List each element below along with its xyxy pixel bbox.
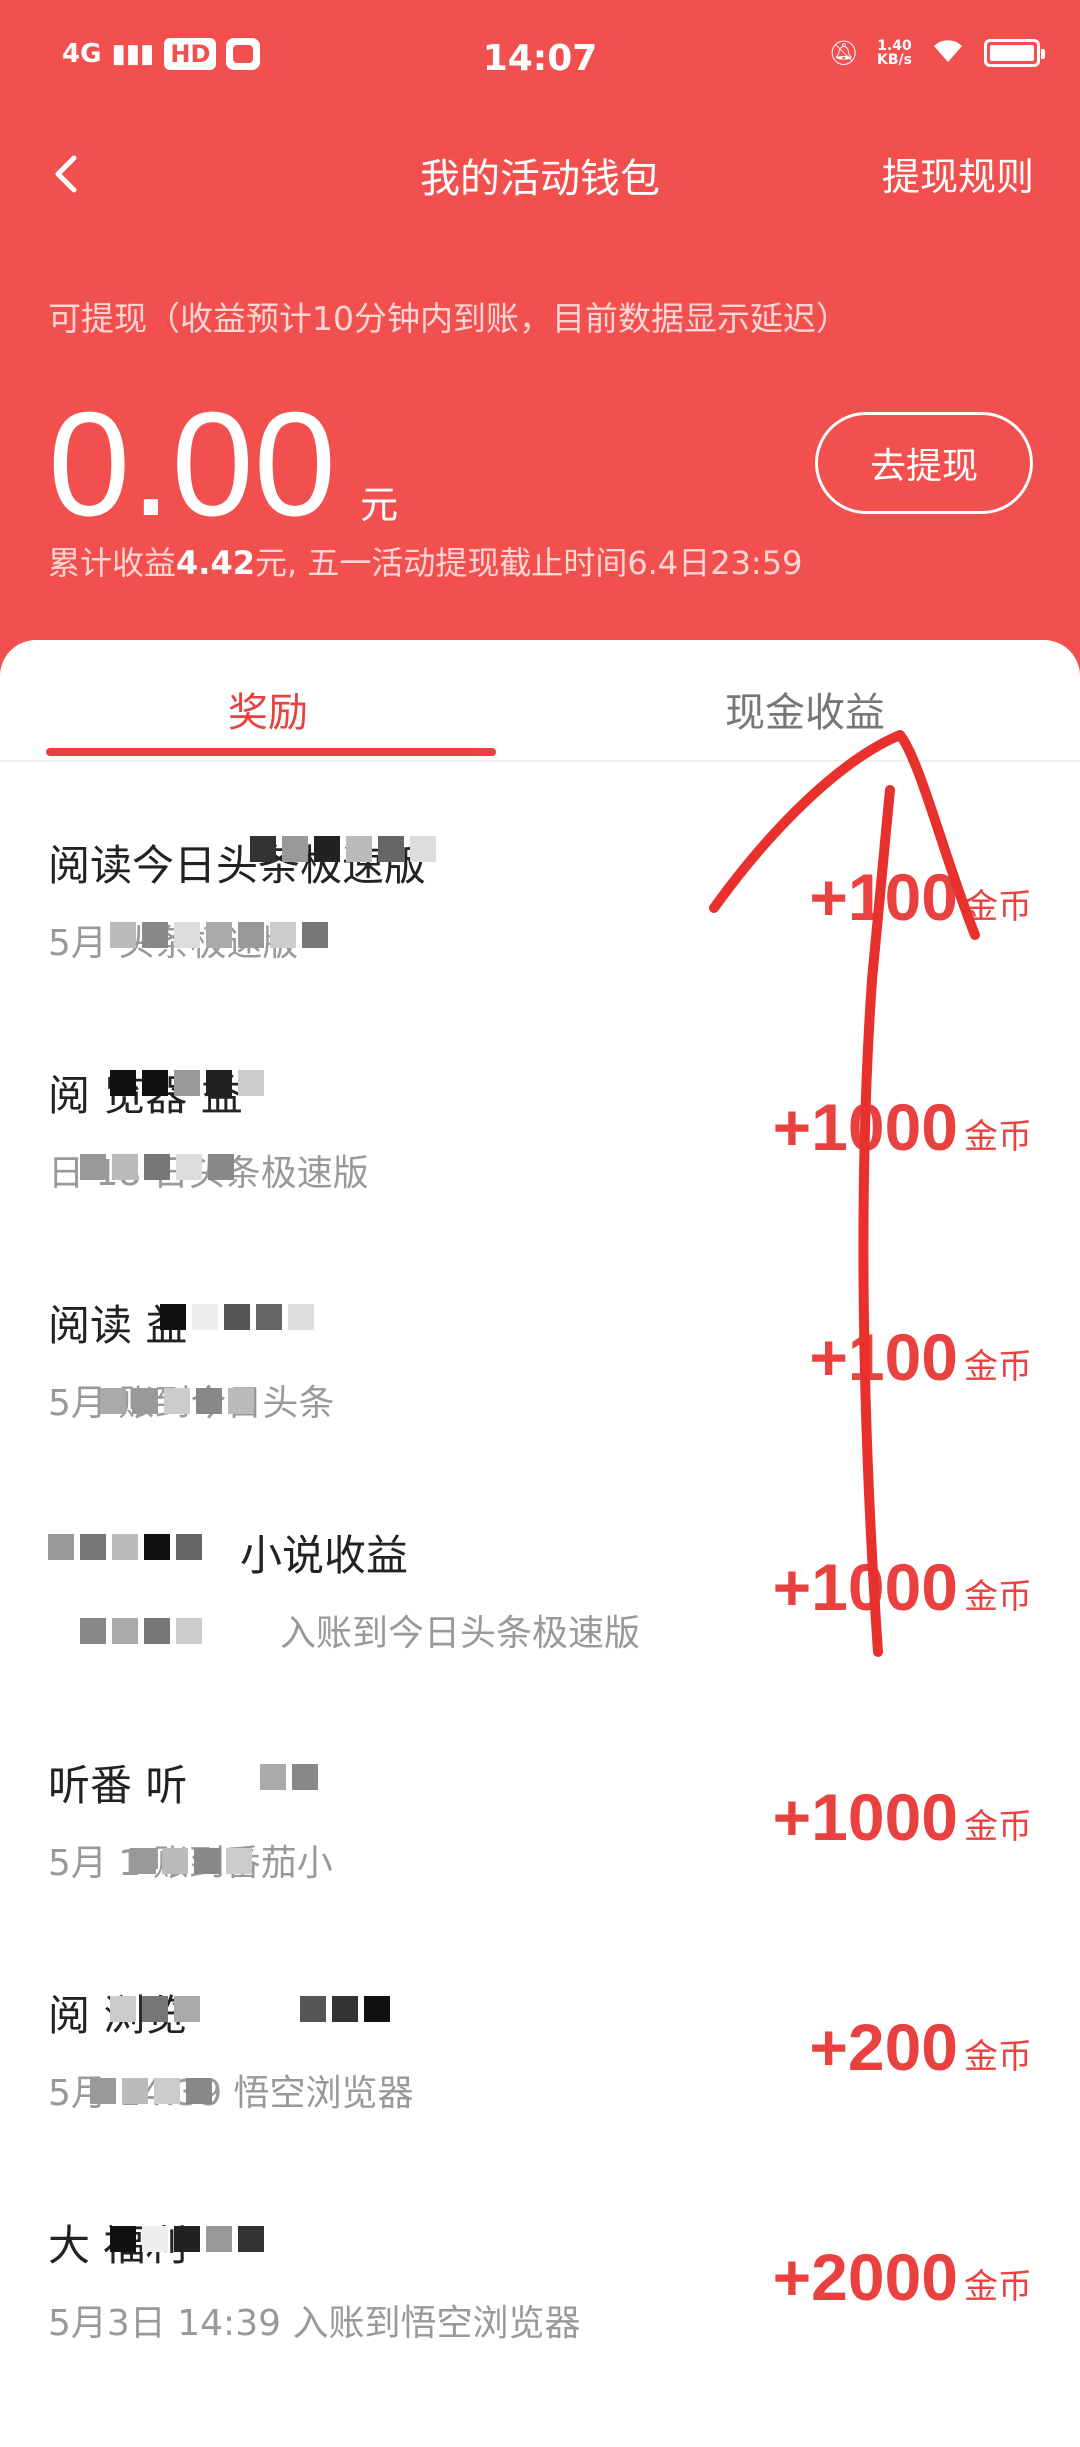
net-speed: 1.40 KB/s xyxy=(877,39,912,67)
cumulative-earnings: 累计收益4.42元, 五一活动提现截止时间6.4日23:59 xyxy=(48,538,802,584)
reward-title: 听番 听 xyxy=(48,1761,188,1810)
reward-amount: +2000 金币 xyxy=(773,2242,1032,2312)
reward-amount-unit: 金币 xyxy=(964,1807,1032,1847)
tab-rewards[interactable]: 奖励 xyxy=(228,680,308,738)
reward-amount: +1000 金币 xyxy=(773,1552,1032,1622)
redaction-mosaic xyxy=(110,1070,264,1096)
reward-amount-value: +100 xyxy=(809,1320,958,1394)
redaction-mosaic xyxy=(110,922,328,948)
reward-amount-unit: 金币 xyxy=(964,1117,1032,1157)
list-item[interactable]: 小说收益 入账到今日头条极速版 +1000 金币 xyxy=(0,1522,1080,1752)
balance-unit: 元 xyxy=(360,483,399,527)
wifi-icon xyxy=(930,36,966,70)
reward-amount: +1000 金币 xyxy=(773,1092,1032,1162)
tab-bar: 奖励 现金收益 xyxy=(0,640,1080,762)
tab-indicator xyxy=(46,748,496,756)
redaction-mosaic xyxy=(100,1388,254,1414)
reward-amount-value: +1000 xyxy=(772,1780,958,1854)
cumulative-value: 4.42 xyxy=(176,544,255,582)
wallet-header: 4G ▮▮▮ HD 14:07 🔕︎ 1.40 KB/s 我的活动钱包 提现规则… xyxy=(0,0,1080,680)
redaction-mosaic xyxy=(80,1154,234,1180)
cumulative-prefix: 累计收益 xyxy=(48,544,177,582)
reward-amount-value: +100 xyxy=(809,860,958,934)
status-right: 🔕︎ 1.40 KB/s xyxy=(828,36,1045,70)
redaction-mosaic xyxy=(250,836,436,862)
reward-amount-unit: 金币 xyxy=(964,2037,1032,2077)
reward-subtitle: 5月3日 14:39 入账到悟空浏览器 xyxy=(48,2303,581,2344)
reward-amount-value: +2000 xyxy=(772,2240,958,2314)
reward-amount: +1000 金币 xyxy=(773,1782,1032,1852)
reward-amount: +100 金币 xyxy=(809,1322,1032,1392)
reward-amount-value: +1000 xyxy=(772,1090,958,1164)
balance-value: 0.00 xyxy=(48,382,337,547)
reward-title: 小说收益 xyxy=(240,1531,409,1580)
reward-amount-unit: 金币 xyxy=(964,1347,1032,1387)
mute-bell-icon: 🔕︎ xyxy=(828,39,860,67)
reward-amount-value: +200 xyxy=(809,2010,958,2084)
withdrawable-note: 可提现（收益预计10分钟内到账，目前数据显示延迟） xyxy=(48,299,849,338)
redaction-mosaic xyxy=(110,2226,264,2252)
status-bar: 4G ▮▮▮ HD 14:07 🔕︎ 1.40 KB/s xyxy=(0,0,1080,120)
list-item[interactable]: 听番 听 5月 1 账到番茄小 +1000 金币 xyxy=(0,1752,1080,1982)
redaction-mosaic xyxy=(90,2078,212,2104)
reward-amount-value: +1000 xyxy=(772,1550,958,1624)
reward-amount-unit: 金币 xyxy=(964,1577,1032,1617)
redaction-mosaic xyxy=(260,1764,318,1790)
list-item[interactable]: 大 福利 5月3日 14:39 入账到悟空浏览器 +2000金币 xyxy=(0,2212,1080,2442)
redaction-mosaic xyxy=(160,1304,314,1330)
nav-bar: 我的活动钱包 提现规则 xyxy=(0,130,1080,220)
reward-amount-unit: 金币 xyxy=(964,2267,1032,2307)
list-item[interactable]: 阅 览器 益 日 18 日头条极速版 +1000金币 xyxy=(0,1062,1080,1292)
records-card: 奖励 现金收益 阅读今日头条极速版 5月 头条极速版 +100金币 阅 览器 益… xyxy=(0,640,1080,2447)
list-item[interactable]: 阅读今日头条极速版 5月 头条极速版 +100金币 xyxy=(0,832,1080,1062)
list-item[interactable]: 阅 浏览 5月 14:39 悟空浏览器 +200金币 xyxy=(0,1982,1080,2212)
withdraw-rules-link[interactable]: 提现规则 xyxy=(882,146,1034,201)
net-speed-unit: KB/s xyxy=(877,52,912,68)
withdraw-button[interactable]: 去提现 xyxy=(815,412,1033,514)
tab-cash-earnings[interactable]: 现金收益 xyxy=(725,680,885,738)
cumulative-suffix: 元, 五一活动提现截止时间6.4日23:59 xyxy=(254,544,803,582)
reward-subtitle: 入账到今日头条极速版 xyxy=(280,1613,641,1654)
battery-icon xyxy=(984,39,1045,67)
redaction-mosaic xyxy=(130,1848,252,1874)
list-item[interactable]: 阅读 益 5月 账到今日头条 +100 金币 xyxy=(0,1292,1080,1522)
balance-amount: 0.00 元 xyxy=(48,382,399,547)
reward-amount: +100 金币 xyxy=(809,862,1032,932)
reward-amount: +200 金币 xyxy=(809,2012,1032,2082)
redaction-mosaic xyxy=(300,1996,390,2022)
redaction-mosaic xyxy=(48,1534,202,1560)
reward-amount-unit: 金币 xyxy=(964,887,1032,927)
redaction-mosaic xyxy=(80,1618,202,1644)
redaction-mosaic xyxy=(110,1996,200,2022)
